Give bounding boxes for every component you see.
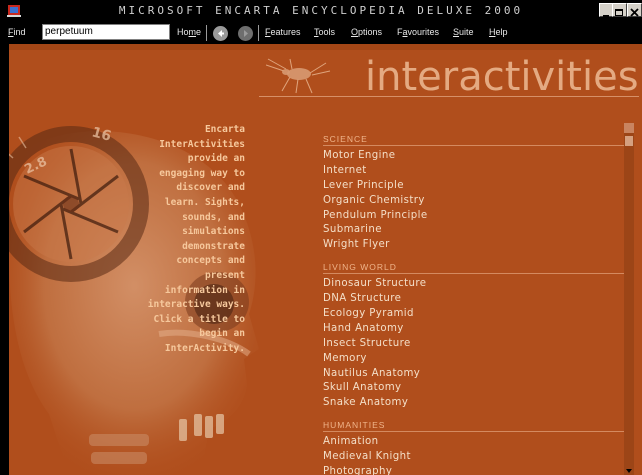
category-rule [323, 273, 625, 275]
title-bar: MICROSOFT ENCARTA ENCYCLOPEDIA DELUXE 20… [0, 0, 642, 22]
category-heading: SCIENCE [323, 134, 368, 144]
category-heading: HUMANITIES [323, 420, 386, 431]
interactivity-link[interactable]: DNA Structure [323, 292, 623, 307]
page-heading: interactivities [365, 54, 639, 100]
separator [206, 25, 207, 41]
interactivity-link[interactable]: Submarine [323, 223, 623, 238]
interactivities-list: SCIENCE Motor Engine Internet Lever Princip… [323, 134, 625, 475]
interactivity-link[interactable]: Lever Principle [323, 179, 623, 194]
interactivity-link[interactable]: Organic Chemistry [323, 194, 623, 209]
interactivity-link[interactable]: Insect Structure [323, 337, 623, 352]
interactivity-link[interactable]: Skull Anatomy [323, 381, 623, 396]
scroll-up-button[interactable] [624, 123, 634, 133]
window-title: MICROSOFT ENCARTA ENCYCLOPEDIA DELUXE 20… [118, 4, 524, 17]
help-menu[interactable]: Help [489, 27, 508, 37]
close-icon [630, 8, 639, 17]
category-heading: LIVING WORLD [323, 262, 397, 273]
scroll-down-arrow-icon [626, 469, 632, 473]
category-gap [323, 411, 623, 420]
interactivities-page: 2.8 16 interactivities Encarta InterActi… [9, 44, 642, 475]
home-menu[interactable]: Home [177, 27, 201, 37]
interactivity-link[interactable]: Snake Anatomy [323, 396, 623, 411]
maximize-button[interactable] [612, 3, 627, 17]
heading-rule [259, 96, 639, 97]
interactivity-link[interactable]: Internet [323, 164, 623, 179]
close-button[interactable] [627, 3, 642, 17]
options-menu[interactable]: Options [351, 27, 382, 37]
interactivity-link[interactable]: Medieval Knight [323, 450, 623, 465]
interactivity-link[interactable]: Animation [323, 435, 623, 450]
header-strip [9, 44, 642, 50]
find-label: Find [8, 27, 26, 37]
interactivity-link[interactable]: Hand Anatomy [323, 322, 623, 337]
interactivity-link[interactable]: Dinosaur Structure [323, 277, 623, 292]
suite-menu[interactable]: Suite [453, 27, 474, 37]
interactivity-link[interactable]: Pendulum Principle [323, 209, 623, 224]
interactivity-link[interactable]: Ecology Pyramid [323, 307, 623, 322]
intro-text: Encarta InterActivities provide an engag… [147, 124, 245, 354]
forward-arrow-icon [244, 30, 248, 37]
features-menu[interactable]: Features [265, 27, 301, 37]
interactivity-link[interactable]: Photography [323, 465, 623, 475]
favourites-menu[interactable]: Favourites [397, 27, 439, 37]
category-gap [323, 253, 623, 262]
category-rule [323, 145, 625, 146]
back-arrow-icon [218, 30, 224, 37]
interactivity-link[interactable]: Memory [323, 352, 623, 367]
maximize-icon [615, 9, 623, 16]
interactivity-link[interactable]: Wright Flyer [323, 238, 623, 253]
category-rule [323, 431, 625, 433]
vertical-scrollbar[interactable] [624, 123, 634, 475]
interactivity-link[interactable]: Nautilus Anatomy [323, 367, 623, 382]
separator [258, 25, 259, 41]
insect-illustration [266, 58, 331, 94]
forward-button[interactable] [238, 26, 253, 41]
back-button[interactable] [213, 26, 228, 41]
find-input[interactable]: perpetuum [42, 24, 170, 40]
tools-menu[interactable]: Tools [314, 27, 335, 37]
menu-bar: Find perpetuum Home Features Tools Optio… [0, 22, 642, 44]
scroll-down-button[interactable] [624, 467, 634, 475]
interactivity-link[interactable]: Motor Engine [323, 149, 623, 164]
scroll-thumb[interactable] [625, 136, 633, 146]
